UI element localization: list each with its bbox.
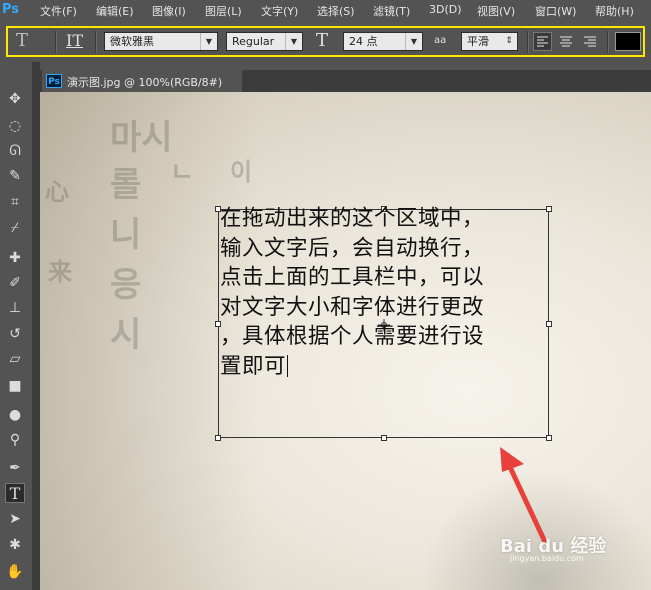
background-glyph: 응: [110, 265, 142, 305]
document-tab[interactable]: Ps 演示图.jpg @ 100%(RGB/8#): [42, 70, 242, 92]
chevron-down-icon: ▼: [405, 33, 422, 50]
menu-window[interactable]: 窗口(W): [535, 3, 576, 19]
blur-tool-icon[interactable]: ●: [5, 405, 25, 425]
background-glyph: 마시: [110, 118, 173, 158]
menu-bar: Ps 文件(F) 编辑(E) 图像(I) 图层(L) 文字(Y) 选择(S) 滤…: [0, 0, 651, 20]
eyedropper-tool-icon[interactable]: ⌿: [5, 218, 25, 238]
resize-handle[interactable]: [381, 435, 387, 441]
history-brush-tool-icon[interactable]: ↺: [5, 324, 25, 344]
separator: [95, 31, 97, 53]
text-line: 在拖动出来的这个区域中，: [220, 206, 485, 231]
panel-gutter: [32, 62, 40, 590]
brush-tool-icon[interactable]: ✐: [5, 273, 25, 293]
separator: [527, 31, 529, 53]
tools-panel: ✥ ◌ ᘏ ✎ ⌗ ⌿ ✚ ✐ ⊥ ↺ ▱ ■ ● ⚲ ✒ T ➤ ✱ ✋: [0, 62, 33, 590]
font-family-select[interactable]: 微软雅黑 ▼: [104, 32, 218, 51]
app-logo: Ps: [2, 2, 20, 17]
menu-type[interactable]: 文字(Y): [261, 3, 298, 19]
dodge-tool-icon[interactable]: ⚲: [5, 430, 25, 450]
align-right-icon: [584, 36, 596, 47]
text-line: 输入文字后，会自动换行，: [220, 235, 485, 261]
font-size-select[interactable]: 24 点 ▼: [343, 32, 423, 51]
menu-3d[interactable]: 3D(D): [429, 3, 462, 16]
path-select-tool-icon[interactable]: ➤: [5, 509, 25, 529]
align-left-icon: [537, 36, 548, 47]
chevron-down-icon: ▼: [200, 33, 217, 50]
font-size-icon: T: [316, 30, 329, 51]
move-tool-icon[interactable]: ✥: [5, 89, 25, 109]
eraser-tool-icon[interactable]: ▱: [5, 349, 25, 369]
document-ps-badge: Ps: [46, 74, 62, 88]
background-glyph: 롤: [110, 165, 142, 205]
toggle-orientation-icon[interactable]: IT: [66, 31, 83, 50]
text-line: 对文字大小和字体进行更改: [220, 294, 485, 320]
menu-select[interactable]: 选择(S): [317, 3, 355, 19]
menu-file[interactable]: 文件(F): [40, 3, 77, 19]
gradient-tool-icon[interactable]: ■: [5, 376, 25, 396]
background-glyph: 来: [48, 257, 72, 286]
antialias-value: 平滑: [467, 35, 489, 48]
document-tab-title: 演示图.jpg @ 100%(RGB/8#): [67, 76, 223, 89]
document-canvas[interactable]: 마시 롤 니 응 시 心 来 ㄴ 이 在拖动出来的这个区域中， 输入文字后，会自…: [40, 92, 651, 590]
background-glyph: 니: [110, 215, 142, 255]
marquee-tool-icon[interactable]: ◌: [5, 116, 25, 136]
font-style-value: Regular: [232, 35, 275, 48]
menu-help[interactable]: 帮助(H): [595, 3, 634, 19]
background-glyph: 이: [230, 157, 253, 186]
menu-image[interactable]: 图像(I): [152, 3, 186, 19]
document-tab-bar: Ps 演示图.jpg @ 100%(RGB/8#): [40, 70, 651, 92]
resize-handle[interactable]: [546, 435, 552, 441]
pen-tool-icon[interactable]: ✒: [5, 458, 25, 478]
separator: [607, 31, 609, 53]
font-style-select[interactable]: Regular ▼: [226, 32, 303, 51]
font-size-value: 24 点: [349, 35, 378, 48]
align-left-button[interactable]: [533, 32, 552, 51]
healing-brush-tool-icon[interactable]: ✚: [5, 248, 25, 268]
background-glyph: ㄴ: [170, 158, 194, 188]
quick-select-tool-icon[interactable]: ✎: [5, 166, 25, 186]
text-caret: [287, 354, 289, 377]
type-tool-preset-icon[interactable]: T: [16, 30, 28, 51]
lasso-tool-icon[interactable]: ᘏ: [5, 141, 25, 161]
text-line: 点击上面的工具栏中，可以: [220, 265, 485, 290]
separator: [55, 31, 57, 53]
background-glyph: 시: [110, 315, 142, 355]
type-tool-icon[interactable]: T: [5, 483, 25, 503]
menu-view[interactable]: 视图(V): [477, 3, 515, 19]
align-center-icon: [560, 36, 572, 47]
hand-tool-icon[interactable]: ✋: [5, 562, 25, 582]
text-color-swatch[interactable]: [615, 32, 641, 51]
resize-handle[interactable]: [215, 435, 221, 441]
updown-icon: ⇕: [505, 36, 513, 46]
text-layer-content[interactable]: 在拖动出来的这个区域中， 输入文字后，会自动换行， 点击上面的工具栏中，可以 对…: [220, 204, 550, 381]
menu-layer[interactable]: 图层(L): [205, 3, 242, 19]
menu-filter[interactable]: 滤镜(T): [373, 3, 410, 19]
antialias-select[interactable]: 平滑 ⇕: [461, 32, 518, 51]
crop-tool-icon[interactable]: ⌗: [5, 192, 25, 212]
shape-tool-icon[interactable]: ✱: [5, 535, 25, 555]
align-center-button[interactable]: [557, 32, 576, 51]
text-line: 置即可: [220, 353, 287, 379]
clone-stamp-tool-icon[interactable]: ⊥: [5, 298, 25, 318]
text-line: ，具体根据个人需要进行设: [220, 324, 485, 349]
align-right-button[interactable]: [581, 32, 600, 51]
font-family-value: 微软雅黑: [110, 35, 154, 48]
antialias-icon: aa: [434, 35, 447, 46]
chevron-down-icon: ▼: [285, 33, 302, 50]
background-glyph: 心: [45, 177, 69, 206]
watermark-url: jingyan.baidu.com: [510, 554, 584, 563]
menu-edit[interactable]: 编辑(E): [96, 3, 134, 19]
